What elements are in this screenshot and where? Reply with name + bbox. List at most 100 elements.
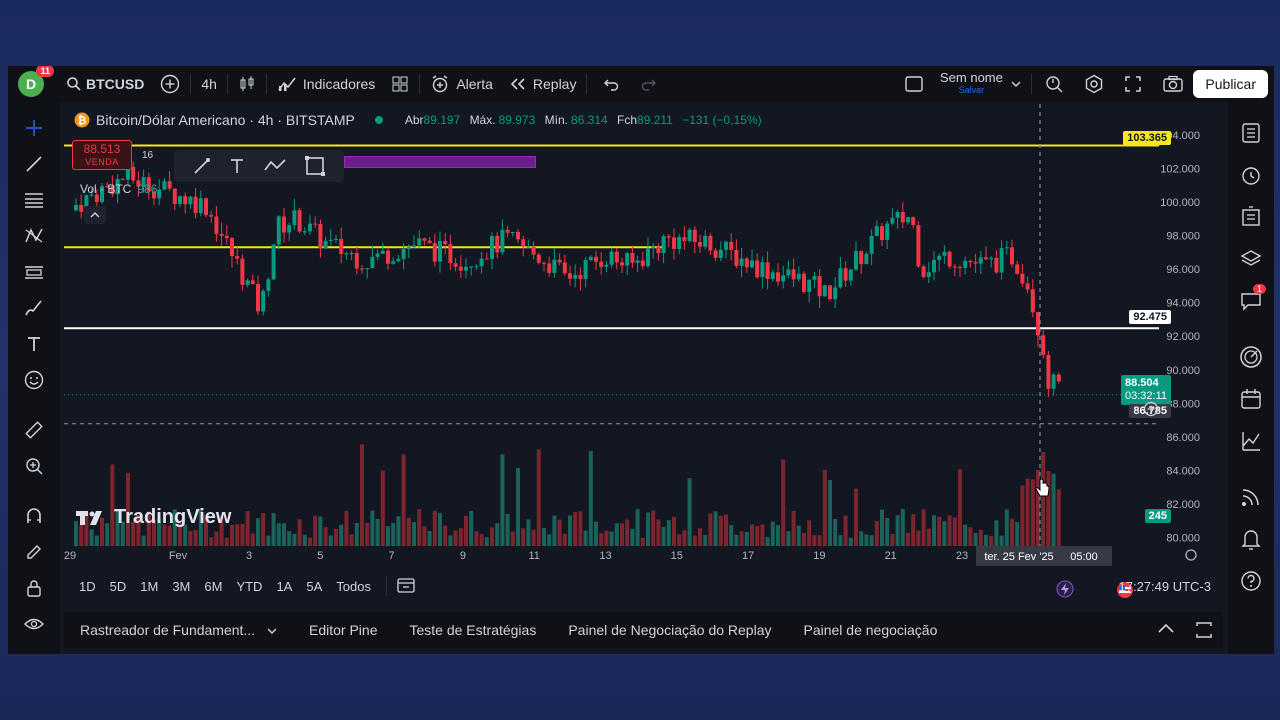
templates-button[interactable] [383, 66, 417, 102]
crosshair-tool[interactable] [8, 110, 60, 146]
volume-bar [573, 512, 578, 546]
projection-tool[interactable] [8, 254, 60, 290]
collapse-legend-button[interactable] [84, 206, 106, 224]
volume-bar [417, 509, 422, 546]
tradingview-mark-icon [76, 510, 102, 525]
candle-body [1015, 264, 1020, 274]
timeframe-button[interactable]: 3M [165, 579, 197, 594]
redo-button[interactable] [633, 66, 665, 102]
data-window-button[interactable] [1228, 196, 1274, 238]
streams-button[interactable] [1228, 476, 1274, 518]
magnet-tool[interactable] [8, 498, 60, 534]
y-axis-tick-label: 98.000 [1166, 230, 1200, 242]
maximize-panel-button[interactable] [1195, 621, 1213, 642]
divider [190, 74, 192, 94]
volume-bar [266, 535, 271, 546]
lock-tool[interactable] [8, 570, 60, 606]
volume-bar [713, 511, 718, 546]
tab-strategy-tester[interactable]: Teste de Estratégias [393, 622, 552, 638]
replay-button[interactable]: Replay [501, 66, 585, 102]
symbol-search[interactable]: BTCUSD [58, 66, 152, 102]
fib-tool[interactable] [8, 182, 60, 218]
candle-body [921, 266, 926, 277]
timeframe-button[interactable]: 6M [197, 579, 229, 594]
volume-bar [354, 523, 359, 546]
path-tool-icon[interactable] [263, 156, 289, 176]
volume-bar [682, 530, 687, 546]
tab-trading-panel[interactable]: Painel de negociação [787, 622, 953, 638]
layout-name-button[interactable]: Sem nome Salvar [932, 66, 1029, 102]
ideas-button[interactable] [1228, 336, 1274, 378]
tab-fundamentals[interactable]: Rastreador de Fundament... [64, 622, 293, 638]
interval-button[interactable]: 4h [193, 66, 225, 102]
calendar-button[interactable] [1228, 378, 1274, 420]
screener-button[interactable] [1228, 420, 1274, 462]
divider [419, 74, 421, 94]
chart-stats-icon [1242, 432, 1260, 451]
clock[interactable]: 17:27:49 UTC-3 [1119, 579, 1212, 594]
timeframe-button[interactable]: YTD [229, 579, 269, 594]
volume-bar [583, 530, 588, 546]
timeframe-button[interactable]: 1M [133, 579, 165, 594]
sell-button[interactable]: 88.513 VENDA [72, 140, 132, 170]
volume-bar [360, 444, 364, 546]
notifications-button[interactable] [1228, 518, 1274, 560]
volume-bar [687, 478, 692, 546]
drawing-mode-tool[interactable] [8, 534, 60, 570]
volume-bar [474, 531, 479, 546]
brush-tool[interactable] [8, 290, 60, 326]
chats-button[interactable]: 1 [1228, 280, 1274, 322]
rectangle-tool-icon[interactable] [304, 155, 326, 177]
volume-bar [984, 534, 988, 546]
x-axis-tick-label: 11 [528, 550, 539, 562]
timeframe-button[interactable]: 1A [269, 579, 299, 594]
alerts-button[interactable] [1228, 154, 1274, 196]
timeframe-button[interactable]: Todos [329, 579, 378, 594]
volume-bar [828, 479, 832, 546]
symbol-title[interactable]: Bitcoin/Dólar Americano · 4h · BITSTAMP [96, 112, 355, 128]
emoji-tool[interactable] [8, 362, 60, 398]
snapshot-button[interactable] [1152, 66, 1194, 102]
fullscreen-button[interactable] [1114, 66, 1152, 102]
compare-button[interactable] [152, 66, 188, 102]
chart-type-button[interactable] [230, 66, 264, 102]
user-avatar[interactable]: D 11 [18, 66, 54, 97]
timeframe-button[interactable]: 5A [299, 579, 329, 594]
undo-button[interactable] [589, 66, 633, 102]
quick-search-button[interactable] [1034, 66, 1074, 102]
expand-panel-button[interactable] [1157, 622, 1175, 639]
measure-tool[interactable] [8, 412, 60, 448]
market-status-dot[interactable] [374, 116, 383, 124]
trend-line-tool[interactable] [8, 146, 60, 182]
drawn-rectangle[interactable] [344, 156, 536, 168]
text-tool-icon[interactable] [227, 156, 247, 176]
candle-body [282, 216, 286, 233]
volume-bar [646, 512, 650, 546]
tab-replay-trading[interactable]: Painel de Negociação do Replay [552, 622, 787, 638]
zoom-tool[interactable] [8, 448, 60, 484]
alert-button[interactable]: Alerta [422, 66, 501, 102]
pen-icon[interactable] [192, 156, 212, 176]
candle-body [328, 239, 333, 241]
settings-button[interactable] [1074, 66, 1114, 102]
indicators-button[interactable]: Indicadores [269, 66, 383, 102]
pattern-tool[interactable] [8, 218, 60, 254]
go-to-date-button[interactable] [395, 576, 417, 597]
candle-body [760, 262, 765, 278]
help-button[interactable] [1228, 560, 1274, 602]
add-alert-button[interactable] [1143, 401, 1159, 422]
volume-bar [261, 513, 266, 546]
hide-tool[interactable] [8, 606, 60, 642]
text-tool[interactable] [8, 326, 60, 362]
volume-bar [594, 521, 598, 546]
watchlist-button[interactable] [1228, 112, 1274, 154]
volume-bar [380, 470, 385, 546]
timeframe-button[interactable]: 1D [72, 579, 103, 594]
candle-body [989, 257, 994, 260]
publish-button[interactable]: Publicar [1193, 70, 1268, 98]
layers-button[interactable] [1228, 238, 1274, 280]
tab-pine-editor[interactable]: Editor Pine [293, 622, 393, 638]
candle-body [370, 256, 375, 269]
timeframe-button[interactable]: 5D [103, 579, 134, 594]
layout-toggle[interactable] [896, 66, 932, 102]
